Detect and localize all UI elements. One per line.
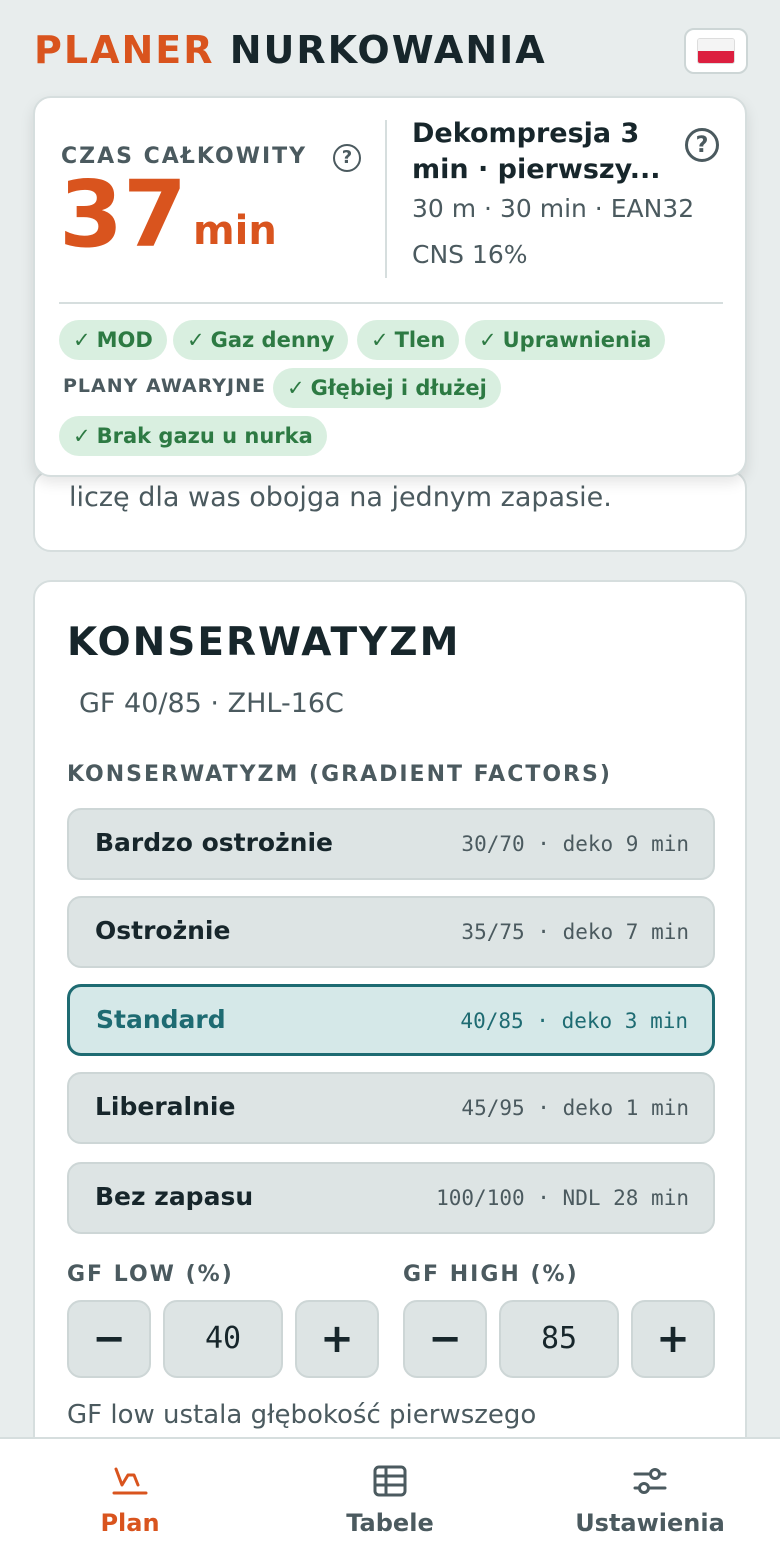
app-title-part1: PLANER — [34, 28, 215, 72]
app-header: PLANER NURKOWANIA — [0, 0, 780, 100]
gf-high-label: GF HIGH (%) — [403, 1262, 579, 1287]
info-card-partial: liczę dla was obojga na jednym zapasie. — [33, 470, 747, 552]
sliders-icon — [633, 1468, 667, 1494]
bottom-nav: Plan Tabele Ustawienia — [0, 1437, 780, 1560]
check-icon: ✓ — [371, 328, 389, 352]
nav-label: Plan — [100, 1509, 160, 1537]
cns-value: CNS 16% — [412, 240, 528, 269]
contingency-chip-out-of-gas: ✓ Brak gazu u nurka — [59, 416, 327, 456]
gf-option-very-conservative[interactable]: Bardzo ostrożnie 30/70 · deko 9 min — [67, 808, 715, 880]
nav-item-settings[interactable]: Ustawienia — [520, 1439, 780, 1560]
nav-label: Ustawienia — [575, 1509, 725, 1537]
conservatism-card: KONSERWATYZM GF 40/85 · ZHL-16C KONSERWA… — [33, 580, 747, 1480]
option-meta: 40/85 · deko 3 min — [460, 1009, 688, 1033]
check-icon: ✓ — [287, 376, 305, 400]
chip-label: Brak gazu u nurka — [96, 424, 313, 448]
check-icon: ✓ — [73, 328, 91, 352]
option-name: Bez zapasu — [95, 1182, 254, 1211]
chip-label: Tlen — [394, 328, 446, 352]
deco-summary-line1: Dekompresja 3 — [412, 118, 640, 149]
section-title: KONSERWATYZM — [67, 620, 461, 665]
option-name: Standard — [96, 1005, 226, 1034]
gf-low-decrement-button[interactable]: − — [67, 1300, 151, 1378]
app-title: PLANER NURKOWANIA — [34, 28, 547, 72]
total-time-help-icon[interactable]: ? — [333, 144, 361, 172]
table-icon — [373, 1465, 407, 1497]
language-button[interactable] — [684, 28, 748, 74]
option-name: Ostrożnie — [95, 916, 231, 945]
poland-flag-icon — [697, 38, 735, 64]
gf-high-value[interactable]: 85 — [499, 1300, 619, 1378]
dive-params: 30 m · 30 min · EAN32 — [412, 194, 695, 223]
gf-option-liberal[interactable]: Liberalnie 45/95 · deko 1 min — [67, 1072, 715, 1144]
contingency-chip-deeper-longer: ✓ Głębiej i dłużej — [273, 368, 501, 408]
check-icon: ✓ — [187, 328, 205, 352]
chip-label: MOD — [96, 328, 153, 352]
dive-summary-card: CZAS CAŁKOWITY ? 37 min Dekompresja 3 mi… — [33, 96, 747, 477]
nav-label: Tabele — [346, 1509, 434, 1537]
nav-item-tables[interactable]: Tabele — [260, 1439, 520, 1560]
option-meta: 100/100 · NDL 28 min — [436, 1186, 689, 1210]
contingency-plans-label: PLANY AWARYJNE — [63, 375, 266, 397]
deco-summary-line2: min · pierwszy... — [412, 154, 661, 185]
total-time-unit: min — [193, 208, 277, 254]
check-chip-oxygen: ✓ Tlen — [357, 320, 460, 360]
chip-label: Gaz denny — [210, 328, 335, 352]
deco-help-icon[interactable]: ? — [685, 128, 719, 162]
check-icon: ✓ — [73, 424, 91, 448]
check-chip-certification: ✓ Uprawnienia — [465, 320, 666, 360]
option-name: Liberalnie — [95, 1092, 236, 1121]
option-meta: 35/75 · deko 7 min — [461, 920, 689, 944]
gf-low-increment-button[interactable]: + — [295, 1300, 379, 1378]
gf-low-label: GF LOW (%) — [67, 1262, 234, 1287]
gf-option-standard[interactable]: Standard 40/85 · deko 3 min — [67, 984, 715, 1056]
dive-plan-icon — [112, 1467, 148, 1495]
gf-option-no-margin[interactable]: Bez zapasu 100/100 · NDL 28 min — [67, 1162, 715, 1234]
info-text: liczę dla was obojga na jednym zapasie. — [69, 482, 612, 513]
divider — [59, 302, 723, 304]
gf-help-text: GF low ustala głębokość pierwszego — [67, 1400, 537, 1430]
gf-low-value[interactable]: 40 — [163, 1300, 283, 1378]
option-meta: 30/70 · deko 9 min — [461, 832, 689, 856]
gf-high-decrement-button[interactable]: − — [403, 1300, 487, 1378]
option-meta: 45/95 · deko 1 min — [461, 1096, 689, 1120]
nav-item-plan[interactable]: Plan — [0, 1439, 260, 1560]
check-chip-bottom-gas: ✓ Gaz denny — [173, 320, 349, 360]
divider — [385, 120, 387, 278]
check-chip-mod: ✓ MOD — [59, 320, 167, 360]
option-name: Bardzo ostrożnie — [95, 828, 333, 857]
chip-label: Głębiej i dłużej — [310, 376, 487, 400]
deco-summary: Dekompresja 3 min · pierwszy... — [412, 116, 682, 188]
total-time-value: 37 — [59, 161, 188, 268]
check-icon: ✓ — [479, 328, 497, 352]
chip-label: Uprawnienia — [502, 328, 652, 352]
gradient-factors-label: KONSERWATYZM (GRADIENT FACTORS) — [67, 762, 612, 787]
gf-high-increment-button[interactable]: + — [631, 1300, 715, 1378]
app-title-part2: NURKOWANIA — [229, 28, 547, 72]
gf-option-conservative[interactable]: Ostrożnie 35/75 · deko 7 min — [67, 896, 715, 968]
section-subtitle: GF 40/85 · ZHL-16C — [79, 688, 344, 719]
